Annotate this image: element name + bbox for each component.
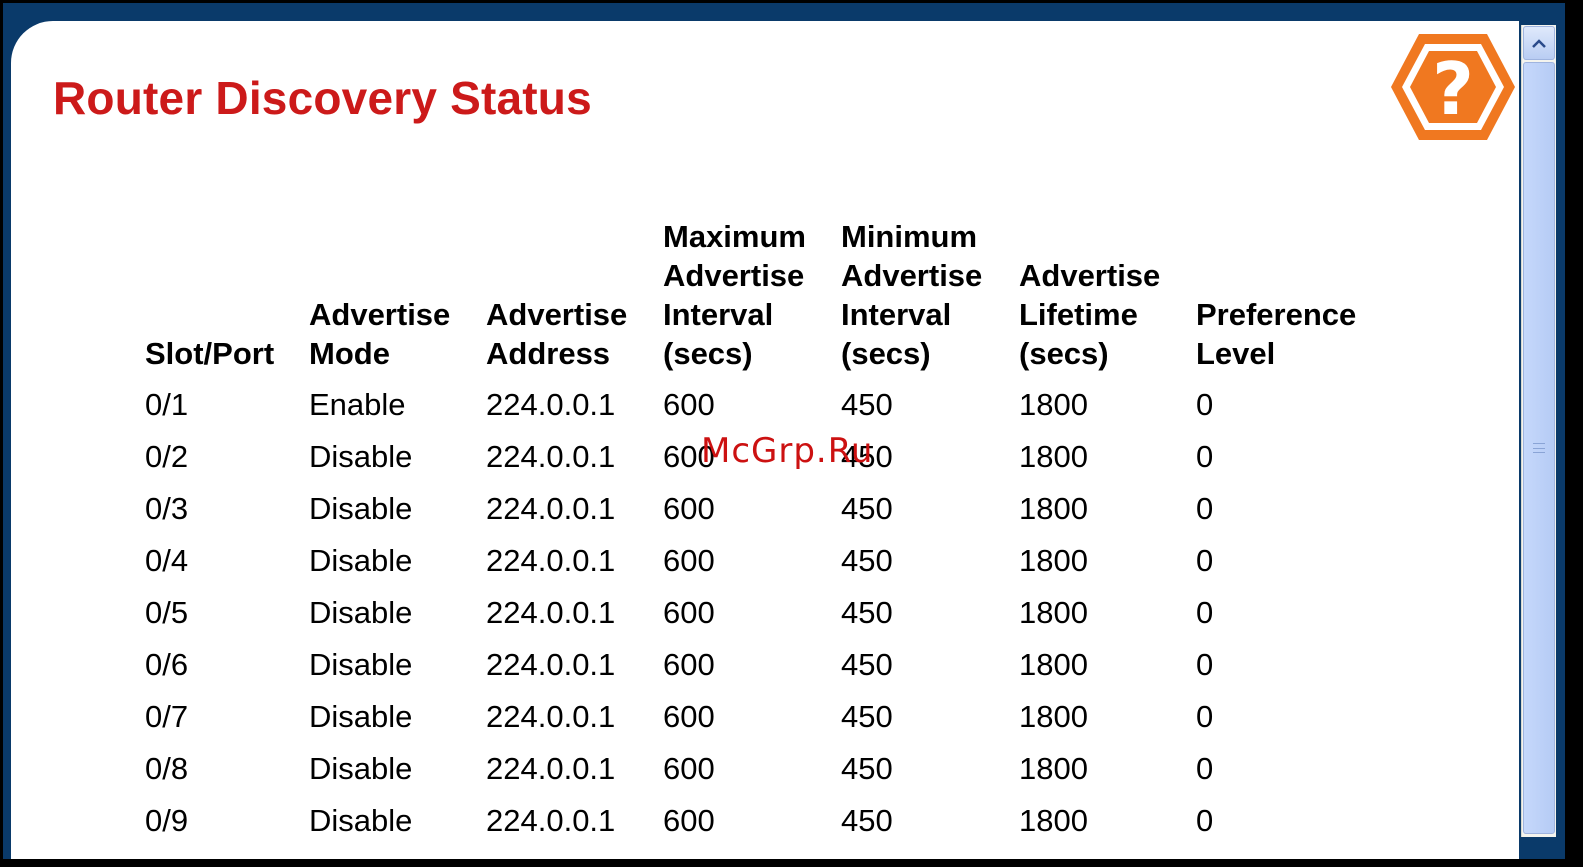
cell-max-interval: 600: [663, 751, 715, 786]
cell-preference: 0: [1196, 699, 1214, 734]
cell-lifetime: 1800: [1019, 595, 1088, 630]
cell-advertise-mode: Disable: [309, 751, 413, 786]
vertical-scrollbar[interactable]: [1521, 25, 1556, 837]
cell-advertise-mode: Disable: [309, 699, 413, 734]
cell-lifetime: 1800: [1019, 647, 1088, 682]
help-glyph: ?: [1432, 47, 1474, 131]
content-panel: Router Discovery Status ? Slot/Port Adve…: [11, 21, 1519, 859]
col-header-min-interval: Minimum Advertise Interval (secs): [841, 219, 983, 371]
cell-min-interval: 450: [841, 387, 893, 422]
cell-preference: 0: [1196, 387, 1214, 422]
cell-max-interval: 600: [663, 595, 715, 630]
cell-min-interval: 450: [841, 751, 893, 786]
cell-max-interval: 600: [663, 543, 715, 578]
col-header-lifetime: Advertise Lifetime (secs): [1019, 258, 1161, 371]
cell-max-interval: 600: [663, 699, 715, 734]
help-icon: ?: [1391, 34, 1515, 140]
cell-preference: 0: [1196, 491, 1214, 526]
cell-lifetime: 1800: [1019, 803, 1088, 838]
cell-lifetime: 1800: [1019, 387, 1088, 422]
table-row: 0/8 Disable 224.0.0.1 600 450 1800 0: [139, 743, 1390, 795]
cell-lifetime: 1800: [1019, 491, 1088, 526]
cell-advertise-address: 224.0.0.1: [486, 699, 616, 734]
cell-advertise-address: 224.0.0.1: [486, 595, 616, 630]
cell-advertise-address: 224.0.0.1: [486, 387, 616, 422]
chevron-up-icon: [1532, 38, 1546, 48]
table-row: 0/6 Disable 224.0.0.1 600 450 1800 0: [139, 639, 1390, 691]
cell-advertise-mode: Disable: [309, 803, 413, 838]
cell-advertise-mode: Disable: [309, 491, 413, 526]
watermark: McGrp.Ru: [701, 431, 874, 471]
cell-max-interval: 600: [663, 387, 715, 422]
cell-min-interval: 450: [841, 647, 893, 682]
cell-slot-port: 0/8: [145, 751, 189, 786]
help-button[interactable]: ?: [1389, 31, 1517, 143]
cell-advertise-mode: Disable: [309, 595, 413, 630]
window-frame: Router Discovery Status ? Slot/Port Adve…: [3, 3, 1565, 859]
cell-preference: 0: [1196, 543, 1214, 578]
cell-lifetime: 1800: [1019, 543, 1088, 578]
cell-advertise-mode: Enable: [309, 387, 406, 422]
cell-preference: 0: [1196, 595, 1214, 630]
cell-preference: 0: [1196, 647, 1214, 682]
cell-advertise-mode: Disable: [309, 439, 413, 474]
cell-slot-port: 0/4: [145, 543, 189, 578]
table-row: 0/3 Disable 224.0.0.1 600 450 1800 0: [139, 483, 1390, 535]
cell-slot-port: 0/3: [145, 491, 189, 526]
cell-advertise-address: 224.0.0.1: [486, 751, 616, 786]
table-header-row: Slot/Port Advertise Mode Advertise Addre…: [139, 217, 1390, 379]
cell-max-interval: 600: [663, 491, 715, 526]
cell-min-interval: 450: [841, 543, 893, 578]
col-header-advertise-address: Advertise Address: [486, 297, 628, 371]
cell-min-interval: 450: [841, 803, 893, 838]
cell-advertise-mode: Disable: [309, 647, 413, 682]
table-row: 0/7 Disable 224.0.0.1 600 450 1800 0: [139, 691, 1390, 743]
col-header-slot-port: Slot/Port: [145, 336, 275, 371]
cell-advertise-mode: Disable: [309, 543, 413, 578]
router-discovery-table: Slot/Port Advertise Mode Advertise Addre…: [139, 217, 1390, 847]
cell-lifetime: 1800: [1019, 439, 1088, 474]
table-row: 0/1 Enable 224.0.0.1 600 450 1800 0: [139, 379, 1390, 431]
col-header-max-interval: Maximum Advertise Interval (secs): [663, 219, 806, 371]
scroll-thumb[interactable]: [1523, 62, 1555, 834]
cell-lifetime: 1800: [1019, 699, 1088, 734]
scroll-up-button[interactable]: [1523, 26, 1555, 60]
cell-slot-port: 0/7: [145, 699, 189, 734]
cell-min-interval: 450: [841, 491, 893, 526]
cell-preference: 0: [1196, 439, 1214, 474]
cell-slot-port: 0/6: [145, 647, 189, 682]
col-header-advertise-mode: Advertise Mode: [309, 297, 451, 371]
cell-max-interval: 600: [663, 647, 715, 682]
cell-preference: 0: [1196, 751, 1214, 786]
page-title: Router Discovery Status: [53, 72, 592, 124]
cell-advertise-address: 224.0.0.1: [486, 647, 616, 682]
grip-icon: [1533, 443, 1545, 453]
cell-preference: 0: [1196, 803, 1214, 838]
cell-slot-port: 0/5: [145, 595, 189, 630]
table-row: 0/5 Disable 224.0.0.1 600 450 1800 0: [139, 587, 1390, 639]
cell-min-interval: 450: [841, 595, 893, 630]
cell-slot-port: 0/1: [145, 387, 189, 422]
cell-slot-port: 0/2: [145, 439, 189, 474]
cell-advertise-address: 224.0.0.1: [486, 491, 616, 526]
cell-advertise-address: 224.0.0.1: [486, 543, 616, 578]
table-row: 0/4 Disable 224.0.0.1 600 450 1800 0: [139, 535, 1390, 587]
cell-min-interval: 450: [841, 699, 893, 734]
table-row: 0/9 Disable 224.0.0.1 600 450 1800 0: [139, 795, 1390, 847]
cell-max-interval: 600: [663, 803, 715, 838]
col-header-preference: Preference Level: [1196, 297, 1357, 371]
cell-advertise-address: 224.0.0.1: [486, 803, 616, 838]
cell-lifetime: 1800: [1019, 751, 1088, 786]
cell-slot-port: 0/9: [145, 803, 189, 838]
cell-advertise-address: 224.0.0.1: [486, 439, 616, 474]
